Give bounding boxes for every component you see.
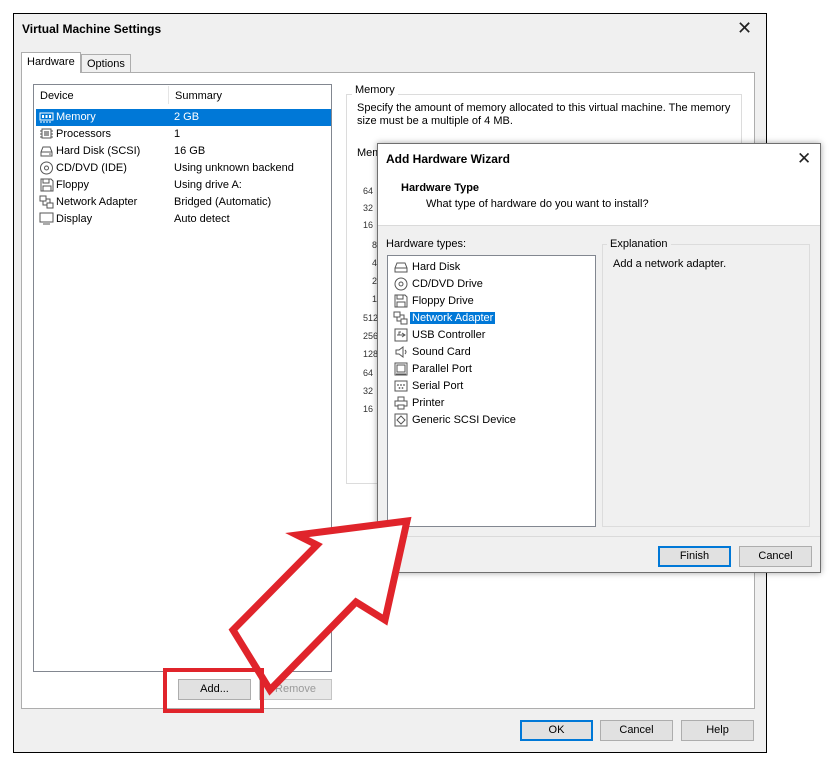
parallel-port-icon <box>394 362 408 376</box>
hardware-type-label: Network Adapter <box>410 312 496 324</box>
device-row-display[interactable]: Display Auto detect <box>36 211 331 228</box>
memory-tick: 32 <box>363 203 374 213</box>
memory-tick: 512 <box>363 313 379 323</box>
memory-description: Specify the amount of memory allocated t… <box>357 102 731 127</box>
device-summary: 1 <box>174 128 181 140</box>
memory-tick: 64 <box>363 368 374 378</box>
explanation-group-box <box>602 244 810 527</box>
sound-icon <box>394 345 408 359</box>
hardware-type-label: Serial Port <box>412 380 464 392</box>
hardware-type-label: Parallel Port <box>412 363 472 375</box>
network-adapter-icon <box>39 195 54 209</box>
memory-tick: 16 <box>363 220 374 230</box>
cancel-button[interactable]: Cancel <box>600 720 673 741</box>
hardware-type-label: Floppy Drive <box>412 295 474 307</box>
usb-icon <box>394 328 408 342</box>
memory-tick: 64 <box>363 186 374 196</box>
memory-tick: 32 <box>363 386 374 396</box>
device-summary: 2 GB <box>174 111 200 123</box>
finish-button[interactable]: Finish <box>658 546 731 567</box>
device-row-network-adapter[interactable]: Network Adapter Bridged (Automatic) <box>36 194 331 211</box>
column-header-device[interactable]: Device <box>40 90 74 102</box>
printer-icon <box>394 396 408 410</box>
column-divider[interactable] <box>168 86 169 104</box>
device-name: Floppy <box>56 179 90 191</box>
device-name: CD/DVD (IDE) <box>56 162 127 174</box>
hardware-type-label: Printer <box>412 397 445 409</box>
processor-icon <box>39 127 54 141</box>
annotation-highlight-box <box>163 668 264 713</box>
device-row-cd-dvd[interactable]: CD/DVD (IDE) Using unknown backend <box>36 160 331 177</box>
device-summary: Bridged (Automatic) <box>174 196 272 208</box>
device-row-processors[interactable]: Processors 1 <box>36 126 331 143</box>
device-summary: 16 GB <box>174 145 206 157</box>
hardware-types-label: Hardware types: <box>386 238 467 250</box>
hardware-type-label: USB Controller <box>412 329 486 341</box>
device-row-hard-disk[interactable]: Hard Disk (SCSI) 16 GB <box>36 143 331 160</box>
remove-hardware-button[interactable]: Remove <box>259 679 332 700</box>
hardware-type-label: CD/DVD Drive <box>412 278 483 290</box>
device-name: Hard Disk (SCSI) <box>56 145 141 157</box>
column-header-summary[interactable]: Summary <box>175 90 222 102</box>
help-button[interactable]: Help <box>681 720 754 741</box>
scsi-icon <box>394 413 408 427</box>
tab-hardware[interactable]: Hardware <box>21 52 81 73</box>
hardware-type-label: Hard Disk <box>412 261 461 273</box>
device-summary: Auto detect <box>174 213 230 225</box>
floppy-icon <box>394 294 408 308</box>
close-icon[interactable]: ✕ <box>737 19 752 37</box>
hard-disk-icon <box>39 144 54 158</box>
memory-icon <box>39 110 54 124</box>
hardware-type-label: Sound Card <box>412 346 471 358</box>
hardware-type-label: Generic SCSI Device <box>412 414 516 426</box>
wizard-heading: Hardware Type <box>401 182 480 194</box>
explanation-text: Add a network adapter. <box>613 258 727 270</box>
serial-port-icon <box>394 379 408 393</box>
device-summary: Using drive A: <box>174 179 242 191</box>
memory-tick: 256 <box>363 331 379 341</box>
network-adapter-icon <box>393 311 408 325</box>
display-icon <box>39 212 54 226</box>
memory-tick: 128 <box>363 349 379 359</box>
wizard-divider <box>378 536 820 537</box>
device-row-floppy[interactable]: Floppy Using drive A: <box>36 177 331 194</box>
device-name: Display <box>56 213 93 225</box>
wizard-subheading: What type of hardware do you want to ins… <box>426 198 649 210</box>
window-title: Virtual Machine Settings <box>22 22 162 36</box>
explanation-legend: Explanation <box>607 238 671 250</box>
device-name: Memory <box>56 111 96 123</box>
cd-dvd-icon <box>394 277 408 291</box>
hard-disk-icon <box>394 260 408 274</box>
ok-button[interactable]: OK <box>520 720 593 741</box>
tab-options[interactable]: Options <box>81 54 131 73</box>
memory-legend: Memory <box>352 84 398 96</box>
memory-tick: 16 <box>363 404 374 414</box>
device-name: Processors <box>56 128 112 140</box>
close-icon[interactable]: ✕ <box>797 150 811 167</box>
wizard-cancel-button[interactable]: Cancel <box>739 546 812 567</box>
wizard-title: Add Hardware Wizard <box>386 152 510 166</box>
device-summary: Using unknown backend <box>174 162 294 174</box>
cd-dvd-icon <box>39 161 54 175</box>
device-row-memory[interactable]: Memory 2 GB <box>36 109 331 126</box>
device-name: Network Adapter <box>56 196 138 208</box>
floppy-icon <box>39 178 54 192</box>
